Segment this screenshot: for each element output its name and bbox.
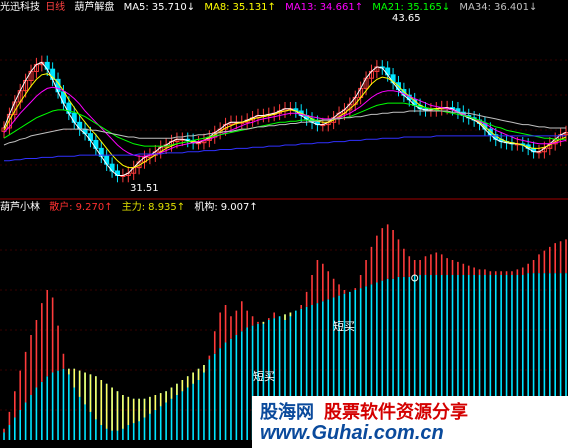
retail-readout: 散户: 9.270↑ (49, 202, 112, 213)
price-header: 光迅科技 日线 葫芦解盘 MA5: 35.710↓ MA8: 35.131↑ MA1… (0, 1, 543, 14)
ma8-readout: MA8: 35.131↑ (204, 2, 276, 13)
ma21-arrow: ↓ (441, 2, 451, 13)
ma34-value: 36.401 (493, 2, 529, 13)
high-price-label: 43.65 (392, 13, 421, 24)
ma21-readout: MA21: 35.165↓ (372, 2, 450, 13)
main-force-label: 主力: (121, 202, 146, 213)
ma5-arrow: ↓ (186, 2, 196, 13)
ma13-readout: MA13: 34.661↑ (285, 2, 363, 13)
indicator-title[interactable]: 葫芦小林 (0, 202, 40, 213)
watermark: 股海网 股票软件资源分享 www.Guhai.com.cn (252, 396, 568, 448)
ma13-value: 34.661 (319, 2, 355, 13)
watermark-slogan: 股票软件资源分享 (324, 402, 468, 423)
institution-value: 9.007 (220, 202, 250, 213)
ma8-arrow: ↑ (267, 2, 276, 13)
cursor-marker (411, 274, 419, 282)
ma5-label: MA5: (123, 2, 149, 13)
ma5-readout: MA5: 35.710↓ (124, 2, 196, 13)
candle-body (77, 121, 83, 130)
candle-body (71, 112, 77, 123)
ma13-arrow: ↑ (354, 2, 364, 13)
low-price-label: 31.51 (130, 183, 159, 194)
ma34-arrow: ↓ (528, 2, 538, 13)
indicator-header: 葫芦小林 散户: 9.270↑ 主力: 8.935↑ 机构: 9.007↑ (0, 201, 264, 214)
buy-signal-label: 短买 (333, 320, 355, 333)
period-label[interactable]: 日线 (45, 2, 65, 13)
watermark-url: www.Guhai.com.cn (260, 422, 444, 444)
buy-signal-label: 短买 (253, 370, 275, 383)
ma21-value: 35.165 (406, 2, 442, 13)
main-force-value: 8.935 (148, 202, 177, 213)
ma8-value: 35.131 (232, 2, 268, 13)
candle-body (87, 133, 93, 141)
stock-name: 光迅科技 (0, 2, 40, 13)
retail-label: 散户: (49, 202, 73, 213)
indicator-name[interactable]: 葫芦解盘 (74, 2, 114, 13)
price-panel[interactable] (0, 0, 568, 200)
candle-body (104, 155, 110, 165)
ma34-label: MA34: (459, 2, 491, 13)
retail-value: 9.270 (75, 202, 105, 213)
ma34-readout: MA34: 36.401↓ (459, 2, 537, 13)
main-force-arrow: ↑ (176, 202, 186, 213)
ma5-value: 35.710 (151, 2, 187, 13)
ma21-label: MA21: (372, 2, 404, 13)
institution-arrow: ↑ (249, 202, 258, 213)
institution-label: 机构: (194, 202, 218, 213)
candle-body (93, 139, 99, 149)
ma8-label: MA8: (204, 2, 230, 13)
stock-chart-window: 光迅科技 日线 葫芦解盘 MA5: 35.710↓ MA8: 35.131↑ MA1… (0, 0, 568, 448)
watermark-brand: 股海网 (260, 402, 314, 423)
retail-arrow: ↑ (104, 202, 113, 213)
main-force-readout: 主力: 8.935↑ (122, 202, 185, 213)
institution-readout: 机构: 9.007↑ (194, 202, 257, 213)
ma13-label: MA13: (285, 2, 317, 13)
